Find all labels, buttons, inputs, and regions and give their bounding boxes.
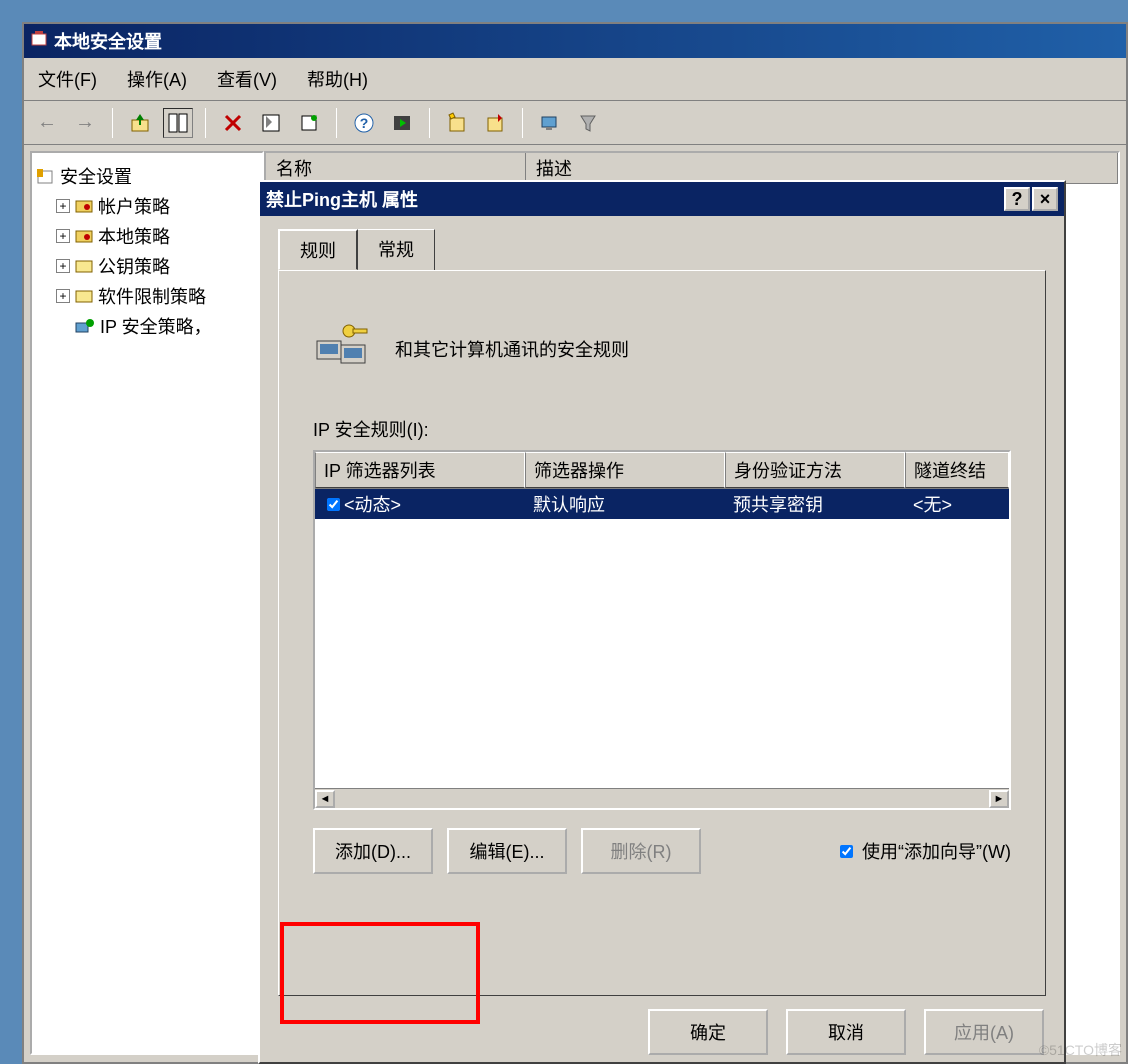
horizontal-scrollbar[interactable]: ◄ ► [315, 788, 1009, 808]
separator [336, 108, 337, 138]
tree-root-label: 安全设置 [60, 163, 132, 189]
help-button[interactable]: ? [1004, 187, 1030, 211]
separator [522, 108, 523, 138]
tab-rules[interactable]: 规则 [278, 229, 358, 270]
scroll-left-icon[interactable]: ◄ [315, 790, 335, 808]
tree-ipsec[interactable]: IP 安全策略， [56, 313, 258, 339]
dialog-body: 规则 常规 和其它计算机通讯的安全规则 IP 安全规则(I): [260, 216, 1064, 1002]
computer-target-icon[interactable] [535, 108, 565, 138]
rules-header: IP 筛选器列表 筛选器操作 身份验证方法 隧道终结 [315, 452, 1009, 489]
toolbar: ← → ? [24, 101, 1126, 145]
tree-label: IP 安全策略， [100, 313, 212, 339]
assign-icon[interactable] [480, 108, 510, 138]
cell-filter-list: <动态> [344, 491, 401, 517]
separator [112, 108, 113, 138]
tab-general[interactable]: 常规 [357, 229, 435, 270]
tab-page: 和其它计算机通讯的安全规则 IP 安全规则(I): IP 筛选器列表 筛选器操作… [278, 270, 1046, 996]
up-icon[interactable] [125, 108, 155, 138]
delete-button[interactable]: 删除(R) [581, 828, 701, 874]
rule-checkbox[interactable] [327, 498, 340, 511]
rules-label: IP 安全规则(I): [313, 416, 1011, 442]
col-desc[interactable]: 描述 [526, 153, 1118, 183]
apply-button[interactable]: 应用(A) [924, 1009, 1044, 1055]
filter-icon[interactable] [573, 108, 603, 138]
tree-local[interactable]: + 本地策略 [56, 223, 258, 249]
use-wizard-checkbox[interactable] [840, 845, 853, 858]
tree-label: 本地策略 [98, 223, 170, 249]
new-policy-icon[interactable] [442, 108, 472, 138]
expand-icon[interactable]: + [56, 289, 70, 303]
menu-action[interactable]: 操作(A) [127, 66, 187, 92]
dialog-footer: 确定 取消 应用(A) [260, 1002, 1064, 1062]
description-row: 和其它计算机通讯的安全规则 [313, 321, 1011, 376]
menu-file[interactable]: 文件(F) [38, 66, 97, 92]
watermark: ©51CTO博客 [1039, 1040, 1122, 1060]
tab-strip: 规则 常规 [278, 229, 1046, 271]
back-button[interactable]: ← [32, 108, 62, 138]
tree-pane[interactable]: 安全设置 + 帐户策略 + 本地策略 + 公钥策略 + 软件限制策略 [30, 151, 264, 1055]
expand-icon[interactable]: + [56, 259, 70, 273]
app-icon [30, 30, 48, 53]
button-row: 添加(D)... 编辑(E)... 删除(R) 使用“添加向导”(W) [313, 828, 1011, 874]
cancel-button[interactable]: 取消 [786, 1009, 906, 1055]
forward-button[interactable]: → [70, 108, 100, 138]
tree-accounts[interactable]: + 帐户策略 [56, 193, 258, 219]
cell-tunnel: <无> [905, 489, 1009, 519]
tree-label: 软件限制策略 [98, 283, 206, 309]
col-auth-method[interactable]: 身份验证方法 [725, 452, 905, 488]
titlebar: 本地安全设置 [24, 24, 1126, 58]
col-filter-action[interactable]: 筛选器操作 [525, 452, 725, 488]
rules-listview[interactable]: IP 筛选器列表 筛选器操作 身份验证方法 隧道终结 <动态> 默认响应 预共享… [313, 450, 1011, 810]
tree-root[interactable]: 安全设置 [36, 163, 258, 189]
tree-label: 公钥策略 [98, 253, 170, 279]
menubar: 文件(F) 操作(A) 查看(V) 帮助(H) [24, 58, 1126, 101]
svg-text:?: ? [360, 115, 369, 131]
edit-button[interactable]: 编辑(E)... [447, 828, 567, 874]
play-icon[interactable] [387, 108, 417, 138]
cell-auth-method: 预共享密钥 [725, 489, 905, 519]
separator [205, 108, 206, 138]
separator [429, 108, 430, 138]
col-name[interactable]: 名称 [266, 153, 526, 183]
menu-help[interactable]: 帮助(H) [307, 66, 368, 92]
console-tree-icon[interactable] [163, 108, 193, 138]
description-text: 和其它计算机通讯的安全规则 [395, 336, 629, 362]
properties-dialog: 禁止Ping主机 属性 ? × 规则 常规 [258, 180, 1066, 1064]
dialog-titlebar: 禁止Ping主机 属性 ? × [260, 182, 1064, 216]
close-button[interactable]: × [1032, 187, 1058, 211]
col-filter-list[interactable]: IP 筛选器列表 [315, 452, 525, 488]
dialog-title: 禁止Ping主机 属性 [266, 186, 418, 212]
tree-publickey[interactable]: + 公钥策略 [56, 253, 258, 279]
tree-software-restrict[interactable]: + 软件限制策略 [56, 283, 258, 309]
cell-filter-action: 默认响应 [525, 489, 725, 519]
computers-icon [313, 321, 373, 376]
wizard-checkbox-wrap[interactable]: 使用“添加向导”(W) [836, 838, 1011, 864]
expand-icon[interactable]: + [56, 199, 70, 213]
ok-button[interactable]: 确定 [648, 1009, 768, 1055]
expand-icon[interactable]: + [56, 229, 70, 243]
add-button[interactable]: 添加(D)... [313, 828, 433, 874]
menu-view[interactable]: 查看(V) [217, 66, 277, 92]
app-title: 本地安全设置 [54, 28, 162, 54]
tree-label: 帐户策略 [98, 193, 170, 219]
rules-row-selected[interactable]: <动态> 默认响应 预共享密钥 <无> [315, 489, 1009, 519]
help-icon[interactable]: ? [349, 108, 379, 138]
wizard-label: 使用“添加向导”(W) [862, 838, 1011, 864]
properties-icon[interactable] [256, 108, 286, 138]
scroll-right-icon[interactable]: ► [989, 790, 1009, 808]
delete-icon[interactable] [218, 108, 248, 138]
export-icon[interactable] [294, 108, 324, 138]
col-tunnel[interactable]: 隧道终结 [905, 452, 1009, 488]
